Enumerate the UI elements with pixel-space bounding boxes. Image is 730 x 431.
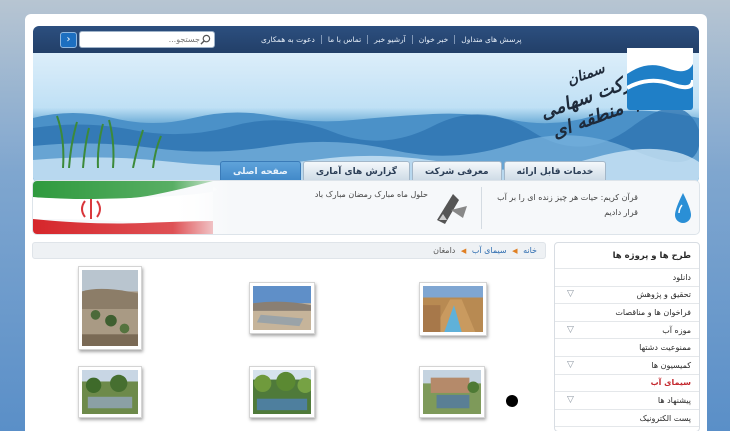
quote-bar: حلول ماه مبارک رمضان مبارک باد قرآن کریم… [32,180,700,235]
sidebar-item-label: فراخوان ها و مناقصات [615,307,691,317]
sidebar-item-water-museum[interactable]: موزه آب ▽ [555,322,699,340]
news-icon [437,194,467,224]
search-input[interactable] [79,31,215,48]
sidebar-item-label: طرح ها و پروژه ها [612,250,691,261]
gallery-thumbnail[interactable] [78,266,142,350]
chevron-down-icon[interactable]: ▽ [567,360,574,370]
breadcrumb-water-profile[interactable]: سیمای آب [472,246,507,255]
gallery-thumbnail[interactable] [419,282,487,336]
water-drop-icon [675,193,691,223]
logo-mark-icon [627,48,693,110]
sidebar-item-plains-ban[interactable]: ممنوعیت دشتها [555,339,699,357]
cursor-dot [506,395,518,407]
sidebar-item-label: پیشنهاد ها [657,395,691,405]
chevron-down-icon[interactable]: ▽ [567,395,574,405]
sidebar-item-water-profile[interactable]: سیمای آب [555,375,699,393]
page-container: › پرسش های متداول خبر خوان آرشیو خبر تما… [25,14,707,431]
breadcrumb-home[interactable]: خانه [523,246,537,255]
sidebar-menu: طرح ها و پروژه ها دانلود تحقیق و پژوهش ▽ … [554,242,700,431]
breadcrumb: خانه ◀ سیمای آب ◀ دامغان [32,242,546,259]
breadcrumb-current: دامغان [433,246,456,255]
quote-separator [481,187,482,229]
top-nav-news-archive[interactable]: آرشیو خبر [367,35,412,44]
top-nav-careers[interactable]: دعوت به همکاری [255,35,321,44]
site-header: › پرسش های متداول خبر خوان آرشیو خبر تما… [33,26,699,183]
gallery-thumbnail[interactable] [249,366,315,418]
sidebar-item-email[interactable]: پست الکترونیک [555,410,699,428]
gallery-thumbnail[interactable] [78,366,142,418]
gallery-thumbnail[interactable] [419,366,485,418]
grass-decoration [56,115,162,168]
chevron-down-icon[interactable]: ▽ [567,325,574,335]
sidebar-item-label: کمیسیون ها [651,360,691,370]
top-nav-contact[interactable]: تماس با ما [320,35,367,44]
breadcrumb-arrow-icon: ◀ [460,247,467,255]
iran-flag-image [33,181,233,234]
top-nav: پرسش های متداول خبر خوان آرشیو خبر تماس … [255,35,528,44]
quran-quote: قرآن کریم: حیات هر چیز زنده ای را بر آب … [497,193,638,217]
gallery-thumbnail[interactable] [249,282,315,334]
sidebar-item-commissions[interactable]: کمیسیون ها ▽ [555,357,699,375]
sidebar-item-label: تحقیق و پژوهش [636,290,691,300]
chevron-down-icon[interactable]: ▽ [567,290,574,299]
top-nav-faq[interactable]: پرسش های متداول [454,35,527,44]
sidebar-item-projects[interactable]: طرح ها و پروژه ها [555,243,699,269]
top-nav-rss[interactable]: خبر خوان [411,35,455,44]
sidebar-item-label: ممنوعیت دشتها [639,343,691,353]
sidebar-item-download[interactable]: دانلود [555,269,699,287]
sidebar-item-label: پست الکترونیک [639,413,691,423]
site-logo[interactable]: سمنان شرکت سهامی آب منطقه ای [531,48,699,148]
sidebar-item-label: موزه آب [662,325,691,335]
search-icon[interactable] [200,34,211,45]
sidebar-item-suggestions[interactable]: پیشنهاد ها ▽ [555,392,699,410]
sidebar-item-tenders[interactable]: فراخوان ها و مناقصات [555,304,699,322]
news-ticker-text[interactable]: حلول ماه مبارک رمضان مبارک باد [303,190,428,199]
breadcrumb-arrow-icon: ◀ [512,247,518,255]
sidebar-item-research[interactable]: تحقیق و پژوهش ▽ [555,287,699,305]
sidebar-item-label: دانلود [672,272,691,282]
sidebar-item-label: سیمای آب [650,378,691,388]
search-go-button[interactable]: › [60,32,77,48]
